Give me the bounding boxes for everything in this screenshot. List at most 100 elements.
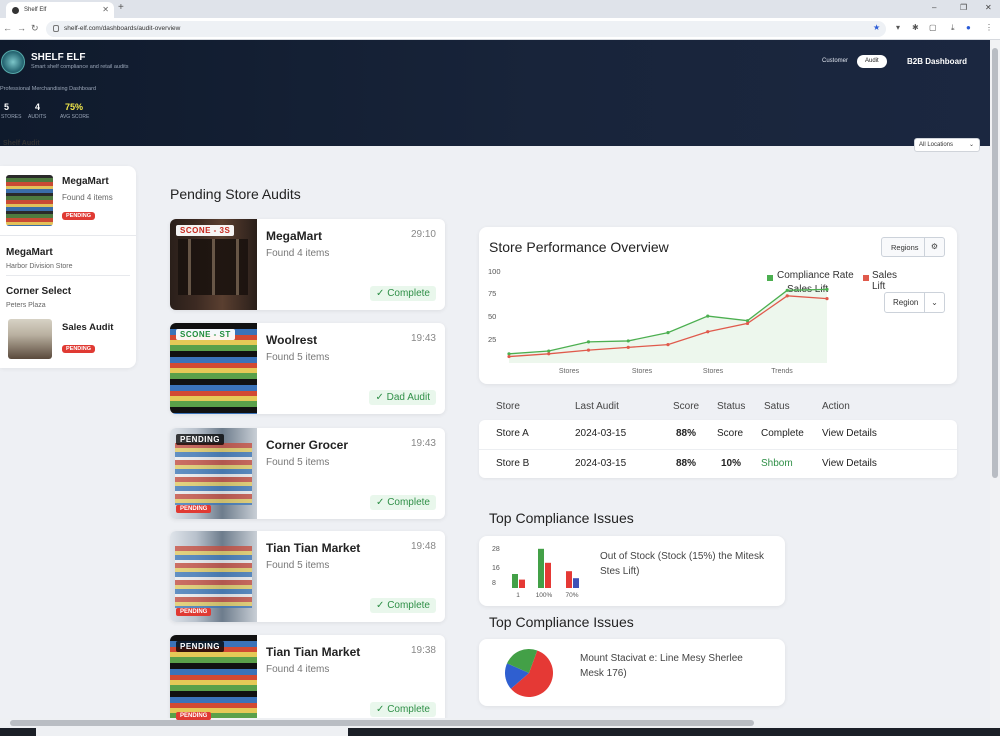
location-filter[interactable]: All Locations ⌄ [914, 138, 980, 152]
data-point [626, 339, 630, 343]
back-icon[interactable]: ← [3, 23, 12, 33]
brand-name: SHELF ELF [31, 52, 86, 63]
sidebar-item-title[interactable]: Sales Audit [62, 322, 113, 333]
tab-title: Shelf Elf [24, 7, 47, 13]
compliance-issue-text: Out of Stock (Stock (15%) the Mitesk Ste… [600, 551, 764, 577]
pending-badge: PENDING [62, 345, 96, 353]
toggle-customer[interactable]: Customer [814, 55, 856, 68]
b2b-dashboard-button[interactable]: B2B Dashboard [898, 52, 976, 71]
data-point [706, 314, 710, 318]
card-subtitle: Found 4 items [266, 664, 330, 675]
status-badge[interactable]: ✓ Complete [370, 286, 436, 301]
y-tick-label: 8 [492, 580, 496, 587]
view-details-link[interactable]: View Details [822, 428, 877, 439]
pending-badge: PENDING [176, 712, 212, 720]
stat-label-stores: STORES [1, 114, 22, 120]
data-point [586, 348, 591, 352]
scroll-thumb[interactable] [992, 48, 998, 478]
table-cell: Shbom [761, 458, 793, 469]
performance-panel: Store Performance Overview Regions ⚙ Com… [479, 227, 957, 384]
taskbar-window [36, 728, 348, 736]
extension-icon[interactable]: ▾ [896, 23, 900, 32]
menu-icon[interactable]: ⋮ [985, 23, 993, 32]
brand-tagline: Smart shelf compliance and retail audits [31, 64, 129, 70]
location-filter-label: All Locations [919, 142, 954, 148]
reload-icon[interactable]: ↻ [31, 23, 39, 34]
compliance-bar-card: 28 16 8 1 100% 70% Out of Stock (Stock (15%) … [479, 536, 785, 606]
sidebar-item-title[interactable]: MegaMart [6, 247, 53, 258]
minimize-icon[interactable]: – [932, 3, 936, 12]
y-tick-label: 25 [488, 335, 496, 344]
audit-card[interactable]: PENDING PENDING Tian Tian Market Found 4 it… [170, 635, 445, 726]
status-badge[interactable]: ✓ Complete [370, 702, 436, 717]
close-tab-icon[interactable]: ✕ [102, 5, 109, 14]
table-cell: 88% [676, 428, 697, 439]
status-badge[interactable]: ✓ Dad Audit [369, 390, 436, 405]
maximize-icon[interactable]: ❐ [960, 3, 967, 12]
table-cell: Store B [496, 458, 530, 469]
audit-card[interactable]: SCONE - 3S MegaMart Found 4 items 29:10 ✓ Co… [170, 219, 445, 310]
view-details-link[interactable]: View Details [822, 458, 877, 469]
data-point [745, 319, 750, 323]
column-header: Status [717, 401, 746, 412]
store-table: Store A 2024-03-15 88% Score Complete Vi… [479, 420, 957, 478]
close-window-icon[interactable]: ✕ [985, 3, 992, 12]
address-bar: ← → ↻ shelf-elf.com/dashboards/audit-ove… [0, 18, 1000, 40]
data-point [706, 330, 710, 334]
horizontal-scrollbar[interactable] [0, 718, 990, 728]
new-tab-icon[interactable]: + [118, 2, 124, 13]
vertical-scrollbar[interactable] [990, 40, 1000, 720]
table-row: Store A 2024-03-15 88% Score Complete Vi… [479, 420, 957, 449]
sidebar-icon[interactable]: ▢ [929, 23, 937, 32]
data-point [507, 354, 511, 359]
y-tick-label: 75 [488, 289, 496, 298]
sidebar-item-sub: Found 4 items [62, 193, 113, 202]
status-badge[interactable]: ✓ Complete [370, 495, 436, 510]
data-point [785, 294, 789, 298]
photo-tag: PENDING [176, 434, 224, 445]
audit-card[interactable]: SCONE - ST Woolrest Found 5 items 19:43 ✓ Da… [170, 323, 445, 414]
card-title: Tian Tian Market [266, 541, 361, 555]
audit-card[interactable]: PENDING PENDING Corner Grocer Found 5 items… [170, 428, 445, 519]
column-header: Satus [764, 401, 790, 412]
forward-icon[interactable]: → [17, 23, 26, 33]
sidebar-item-sub: Peters Plaza [6, 302, 46, 309]
data-point [825, 297, 829, 301]
x-tick-label: Trends [771, 368, 793, 375]
card-title: Corner Grocer [266, 438, 349, 452]
sidebar-item-title[interactable]: MegaMart [62, 176, 109, 187]
scroll-thumb[interactable] [10, 720, 754, 726]
status-badge[interactable]: ✓ Complete [370, 598, 436, 613]
audit-card[interactable]: PENDING Tian Tian Market Found 5 items 19:4… [170, 531, 445, 622]
store-photo: PENDING PENDING [170, 428, 257, 519]
toggle-audit[interactable]: Audit [857, 55, 887, 68]
x-tick-label: 1 [516, 592, 520, 599]
star-icon[interactable]: ★ [873, 23, 880, 32]
card-subtitle: Found 4 items [266, 248, 330, 259]
photo-tag: PENDING [176, 641, 224, 652]
table-row: Store B 2024-03-15 88% 10% Shbom View De… [479, 449, 957, 478]
card-time: 19:43 [410, 438, 436, 449]
sidebar-item-title[interactable]: Corner Select [6, 286, 71, 297]
performance-line-chart: 100 75 50 25 Stores Stores Stores Trends [488, 267, 829, 375]
divider [6, 275, 130, 276]
profile-icon[interactable]: ● [966, 23, 971, 32]
url-field[interactable]: shelf-elf.com/dashboards/audit-overview [46, 21, 886, 37]
puzzle-icon[interactable]: ✱ [912, 23, 919, 32]
data-point [547, 352, 551, 356]
card-time: 19:48 [410, 541, 436, 552]
y-tick-label: 100 [488, 267, 501, 276]
browser-tab[interactable]: Shelf Elf ✕ [6, 2, 114, 18]
table-cell: Score [717, 428, 744, 439]
compliance-pie-chart [505, 649, 553, 697]
stat-label-score: AVG SCORE [60, 114, 90, 120]
photo-tag: SCONE - ST [176, 329, 235, 340]
store-photo: PENDING [170, 531, 257, 622]
download-icon[interactable]: ⤓ [951, 23, 955, 33]
data-point [547, 349, 551, 353]
header-subtitle: Professional Merchandising Dashboard [0, 86, 96, 92]
card-time: 19:38 [410, 645, 436, 656]
x-tick-label: Stores [703, 368, 724, 375]
favicon-icon [12, 7, 19, 14]
compliance-area [509, 289, 827, 363]
